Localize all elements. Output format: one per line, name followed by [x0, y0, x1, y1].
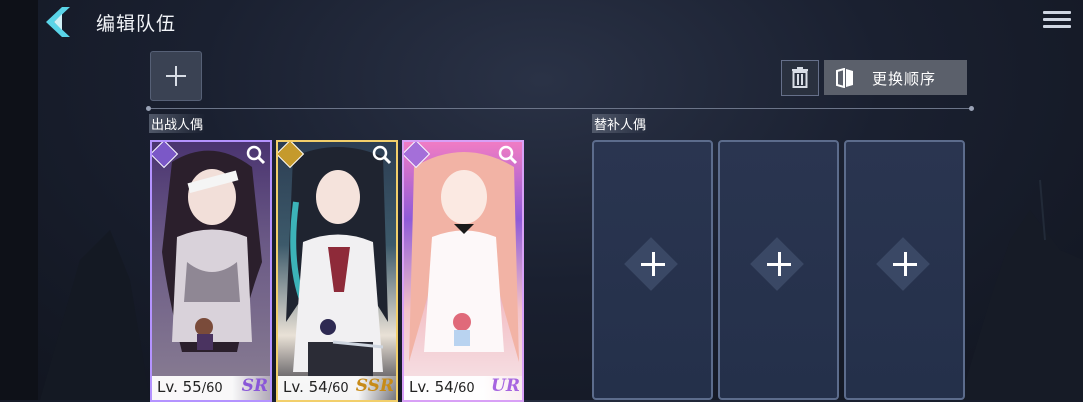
reserve-slot[interactable]	[592, 140, 713, 400]
top-bar: 编辑队伍	[0, 0, 1083, 44]
level-text: Lv. 55/60	[157, 378, 223, 396]
rarity-badge: UR	[491, 376, 520, 396]
trash-icon	[792, 67, 808, 88]
chevron-left-icon	[46, 7, 70, 37]
divider	[148, 108, 973, 109]
add-team-button[interactable]	[150, 51, 202, 101]
book-icon	[836, 68, 853, 88]
character-card[interactable]: Lv. 54/60 UR	[402, 140, 524, 402]
character-card[interactable]: Lv. 54/60 SSR	[276, 140, 398, 402]
rarity-badge: SR	[241, 376, 268, 396]
magnify-icon[interactable]	[246, 145, 266, 165]
character-portrait	[286, 147, 388, 377]
reserve-slot[interactable]	[844, 140, 965, 400]
reserve-section-label: 替补人偶	[592, 114, 649, 133]
level-bar: Lv. 54/60 SSR	[278, 376, 396, 400]
character-card[interactable]: Lv. 55/60 SR	[150, 140, 272, 402]
magnify-icon[interactable]	[498, 145, 518, 165]
level-text: Lv. 54/60	[283, 378, 349, 396]
divider-dot	[969, 106, 974, 111]
level-bar: Lv. 54/60 UR	[404, 376, 522, 400]
active-section-label: 出战人偶	[149, 114, 206, 133]
level-bar: Lv. 55/60 SR	[152, 376, 270, 400]
character-portrait	[409, 152, 519, 362]
hamburger-menu-icon	[1043, 11, 1071, 14]
page-title: 编辑队伍	[96, 13, 177, 35]
menu-button[interactable]	[1040, 7, 1074, 35]
back-button[interactable]	[40, 4, 76, 40]
reorder-button[interactable]: 更换顺序	[824, 60, 967, 95]
magnify-icon[interactable]	[372, 145, 392, 165]
delete-team-button[interactable]	[781, 60, 819, 96]
reorder-label: 更换顺序	[872, 70, 937, 88]
character-portrait	[162, 150, 262, 352]
divider-dot	[146, 106, 151, 111]
rarity-badge: SSR	[355, 376, 394, 396]
reserve-slot[interactable]	[718, 140, 839, 400]
level-text: Lv. 54/60	[409, 378, 475, 396]
